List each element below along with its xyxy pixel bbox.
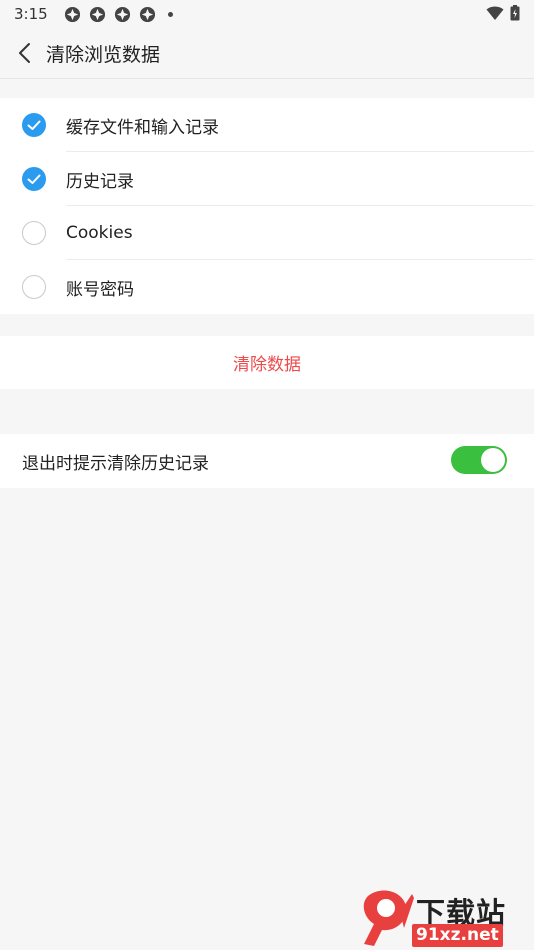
watermark: 下载站 91xz.net xyxy=(360,888,530,950)
notification-icons xyxy=(64,6,173,23)
option-passwords[interactable]: 账号密码 xyxy=(0,260,534,314)
clear-data-button[interactable]: 清除数据 xyxy=(233,350,301,375)
back-button[interactable] xyxy=(0,28,46,79)
clear-data-section: 清除数据 xyxy=(0,336,534,389)
option-label: Cookies xyxy=(66,223,133,243)
option-label: 账号密码 xyxy=(66,279,134,300)
app-notification-icon xyxy=(139,6,155,22)
checkbox-checked[interactable] xyxy=(22,113,46,137)
option-label: 缓存文件和输入记录 xyxy=(66,117,219,138)
toggle-knob xyxy=(481,448,505,472)
exit-prompt-row: 退出时提示清除历史记录 xyxy=(0,434,534,488)
checkbox-checked[interactable] xyxy=(22,167,46,191)
app-notification-icon xyxy=(89,6,105,22)
app-notification-icon xyxy=(114,6,130,22)
status-time: 3:15 xyxy=(14,5,48,23)
back-arrow-icon xyxy=(19,43,30,63)
status-bar: 3:15 xyxy=(0,0,534,28)
option-cache-and-input[interactable]: 缓存文件和输入记录 xyxy=(0,98,534,152)
page-title: 清除浏览数据 xyxy=(46,43,161,66)
check-icon xyxy=(27,174,41,184)
watermark-logo xyxy=(363,890,414,946)
status-indicators xyxy=(486,5,520,21)
checkbox-unchecked[interactable] xyxy=(22,221,46,245)
wifi-icon xyxy=(486,6,504,20)
watermark-url: 91xz.net xyxy=(412,924,503,947)
app-notification-icon xyxy=(64,6,80,22)
clear-options-list: 缓存文件和输入记录 历史记录 Cookies 账号密码 xyxy=(0,98,534,314)
option-history[interactable]: 历史记录 xyxy=(0,152,534,206)
app-header: 清除浏览数据 xyxy=(0,28,534,79)
check-icon xyxy=(27,120,41,130)
exit-prompt-toggle[interactable] xyxy=(451,446,507,474)
more-notifications-dot xyxy=(167,11,173,17)
exit-prompt-label: 退出时提示清除历史记录 xyxy=(22,453,209,474)
option-cookies[interactable]: Cookies xyxy=(0,206,534,260)
option-label: 历史记录 xyxy=(66,171,134,192)
checkbox-unchecked[interactable] xyxy=(22,275,46,299)
battery-icon xyxy=(510,5,520,21)
